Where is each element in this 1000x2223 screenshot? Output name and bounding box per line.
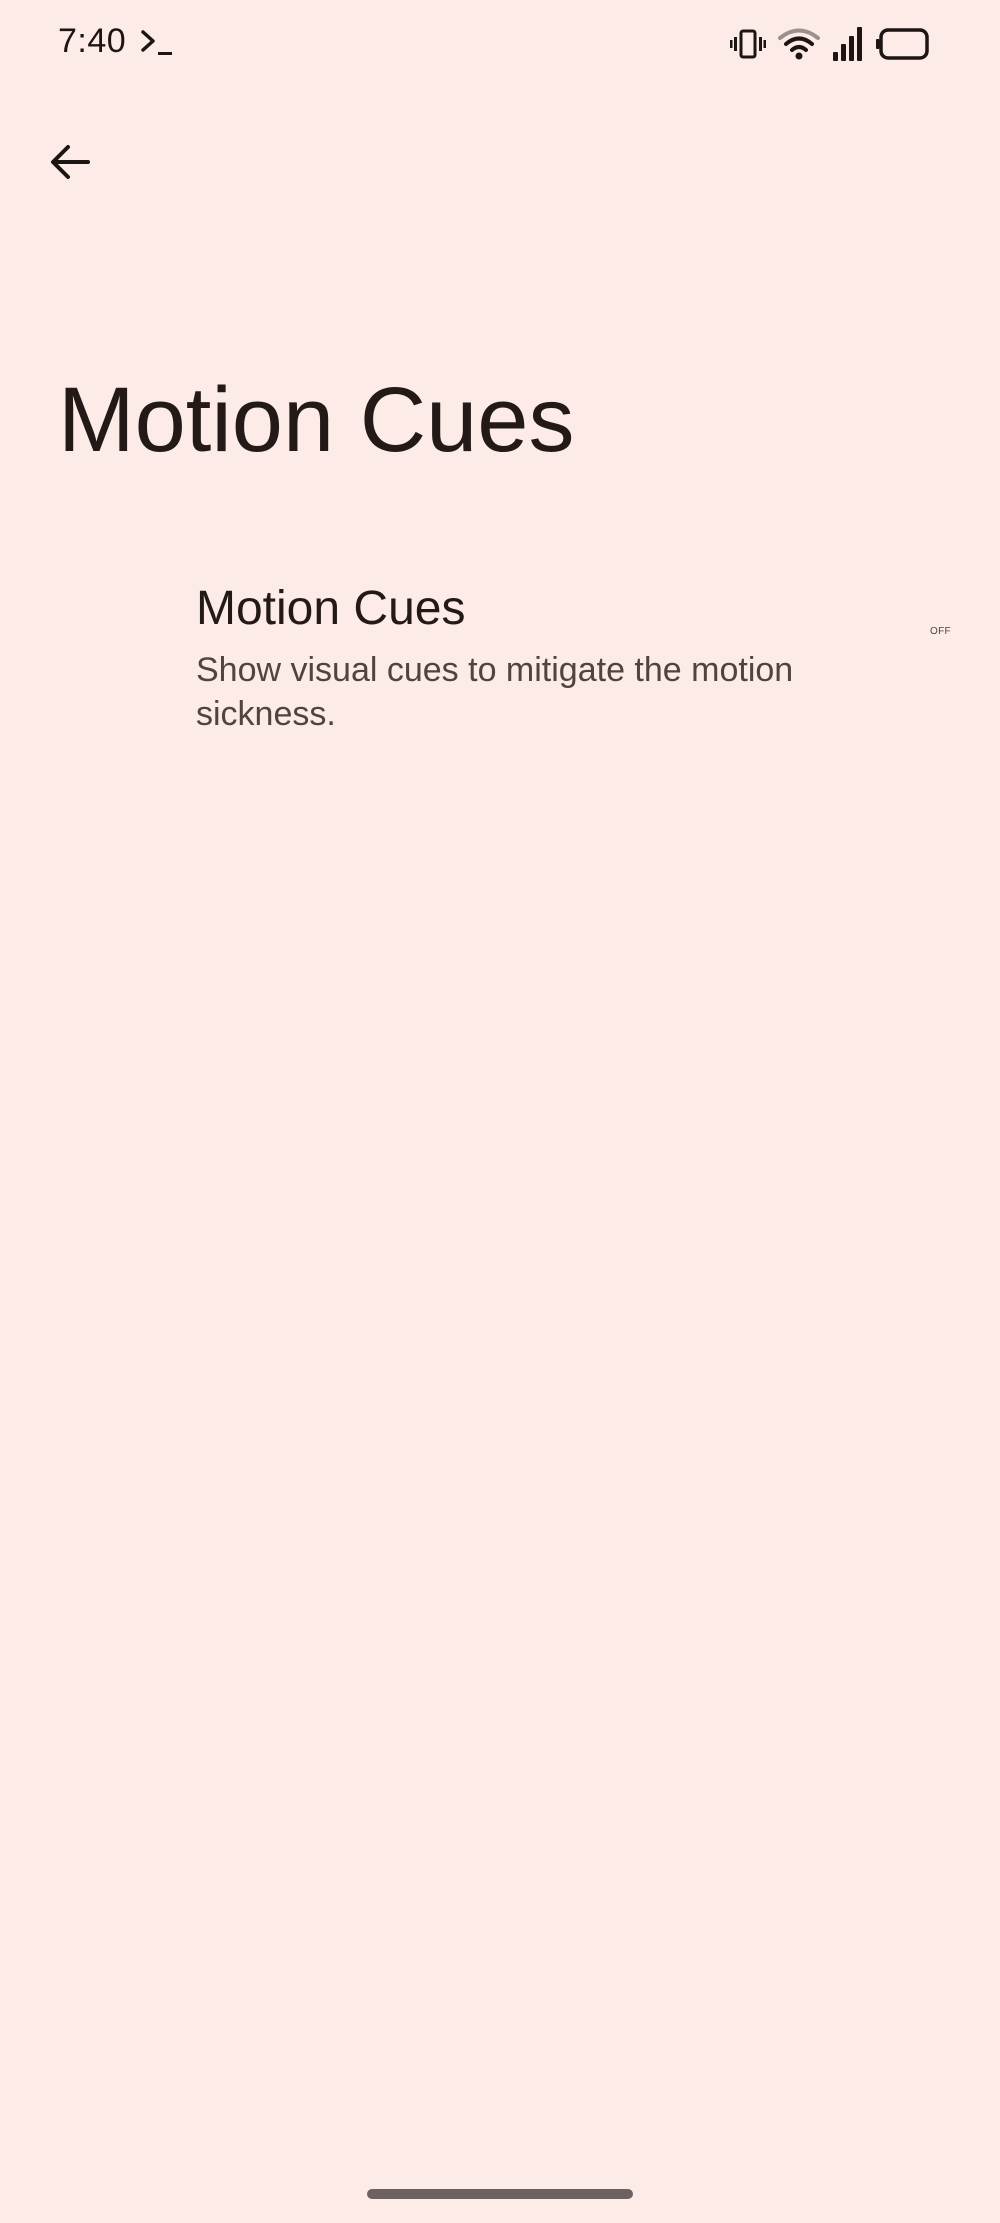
home-indicator[interactable] [367,2189,633,2199]
status-bar: 7:40 [0,0,1000,90]
status-icons [730,24,930,64]
vibrate-icon [730,29,766,59]
page-title: Motion Cues [58,369,575,471]
wifi-icon [778,28,820,60]
motion-cues-setting-row[interactable]: Motion Cues Show visual cues to mitigate… [0,560,1000,750]
setting-title: Motion Cues [196,582,466,635]
status-time: 7:40 [58,22,127,60]
battery-icon [876,28,929,60]
cell-signal-icon [833,27,862,61]
arrow-left-icon [51,145,90,179]
back-button[interactable] [28,120,112,204]
setting-summary: Show visual cues to mitigate the motion … [196,651,794,734]
motion-cues-toggle[interactable]: OFF [930,626,951,637]
terminal-icon [141,30,172,55]
